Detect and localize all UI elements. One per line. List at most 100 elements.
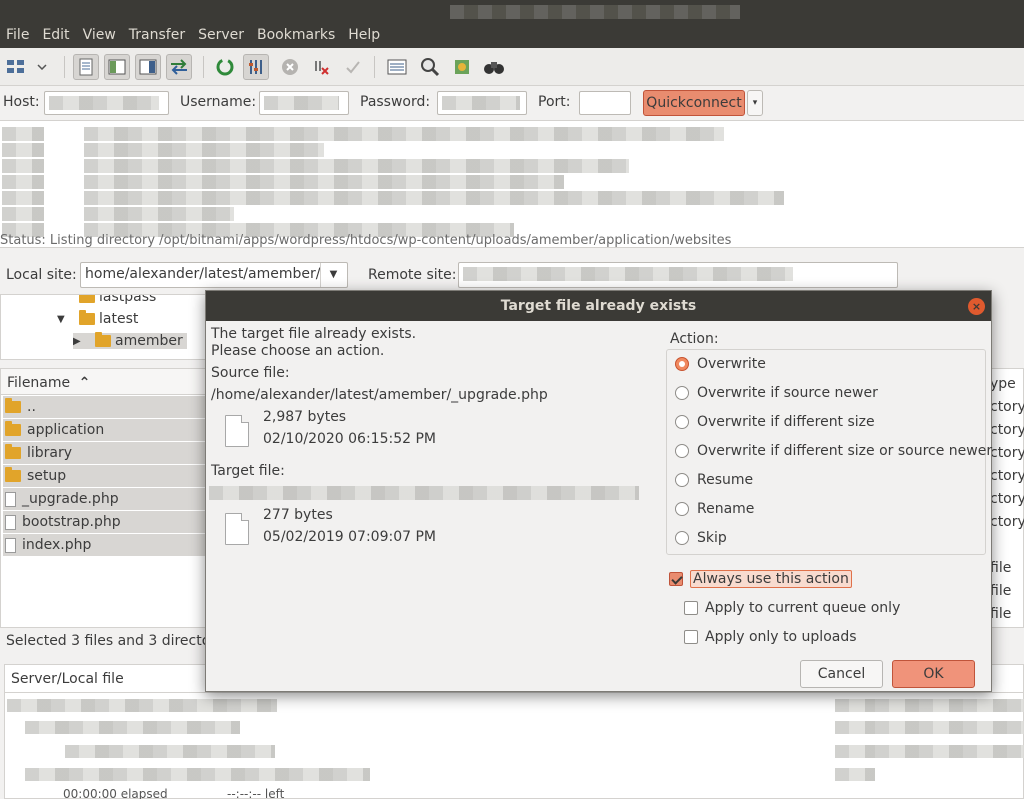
menu-transfer[interactable]: Transfer: [123, 24, 192, 48]
menu-bar: File Edit View Transfer Server Bookmarks…: [0, 24, 1024, 48]
remote-type-cell: ctory: [990, 514, 1024, 530]
tree-item-latest[interactable]: ▼ latest: [57, 310, 139, 327]
menu-edit[interactable]: Edit: [36, 24, 76, 48]
target-file-size: 277 bytes: [263, 507, 333, 523]
remote-type-cell: ctory: [990, 445, 1024, 461]
local-site-bar: Local site: home/alexander/latest/amembe…: [0, 256, 352, 294]
radio-icon: [675, 531, 689, 545]
toolbar-separator: [64, 56, 65, 78]
queue-left: --:--:-- left: [227, 787, 285, 799]
tree-item-label: amember: [115, 333, 183, 349]
compare-directories-icon[interactable]: [417, 54, 443, 80]
radio-icon: [675, 473, 689, 487]
password-input[interactable]: [437, 91, 527, 115]
cancel-operation-icon[interactable]: [277, 54, 303, 80]
dialog-titlebar: Target file already exists ×: [206, 291, 991, 321]
action-skip-radio[interactable]: Skip: [675, 530, 727, 546]
remote-type-cell: file: [990, 583, 1012, 599]
radio-label: Rename: [697, 501, 755, 517]
search-remote-files-icon[interactable]: [481, 54, 507, 80]
synchronized-browsing-icon[interactable]: [449, 54, 475, 80]
apply-queue-checkbox[interactable]: Apply to current queue only: [684, 600, 900, 616]
source-file-icon: [225, 415, 249, 447]
remote-type-cell: ctory: [990, 491, 1024, 507]
site-manager-icon[interactable]: [3, 54, 29, 80]
tree-item-label: lastpass: [99, 294, 157, 305]
always-use-action-checkbox[interactable]: Always use this action: [669, 570, 852, 588]
folder-icon: [5, 421, 21, 436]
toggle-local-tree-icon[interactable]: [104, 54, 130, 80]
remote-site-label: Remote site:: [368, 267, 457, 283]
target-file-path-redacted: [209, 486, 639, 500]
action-overwrite-size-radio[interactable]: Overwrite if different size: [675, 414, 875, 430]
menu-server[interactable]: Server: [192, 24, 251, 48]
remote-type-cell: ctory: [990, 468, 1024, 484]
host-input[interactable]: [44, 91, 169, 115]
process-queue-icon[interactable]: [243, 54, 269, 80]
port-input[interactable]: [579, 91, 631, 115]
local-site-label: Local site:: [6, 267, 77, 283]
close-icon[interactable]: ×: [968, 298, 985, 315]
tree-item-label: latest: [99, 311, 139, 327]
toggle-message-log-icon[interactable]: [73, 54, 99, 80]
source-file-path: /home/alexander/latest/amember/_upgrade.…: [211, 387, 548, 403]
apply-uploads-checkbox[interactable]: Apply only to uploads: [684, 629, 857, 645]
password-label: Password:: [360, 94, 431, 110]
menu-file[interactable]: File: [0, 24, 36, 48]
target-file-exists-dialog: Target file already exists × The target …: [205, 290, 992, 692]
remote-type-cell: ctory: [990, 399, 1024, 415]
ok-button[interactable]: OK: [892, 660, 975, 688]
menu-bookmarks[interactable]: Bookmarks: [251, 24, 342, 48]
refresh-icon[interactable]: [212, 54, 238, 80]
toolbar-separator: [203, 56, 204, 78]
expanded-arrow-icon[interactable]: ▼: [57, 314, 75, 325]
local-site-path-input[interactable]: home/alexander/latest/amember/: [80, 262, 348, 288]
cancel-button[interactable]: Cancel: [800, 660, 883, 688]
action-resume-radio[interactable]: Resume: [675, 472, 753, 488]
reconnect-icon[interactable]: [339, 54, 365, 80]
checkbox-checked-icon: [669, 572, 683, 586]
file-icon: [5, 537, 16, 553]
dialog-title: Target file already exists: [500, 298, 697, 314]
toggle-transfer-queue-icon[interactable]: [166, 54, 192, 80]
remote-type-column-header[interactable]: ype: [990, 376, 1016, 392]
intro-line-1: The target file already exists.: [211, 326, 417, 342]
action-overwrite-size-or-newer-radio[interactable]: Overwrite if different size or source ne…: [675, 443, 992, 459]
action-label: Action:: [670, 331, 719, 347]
remote-type-cell: file: [990, 606, 1012, 622]
disconnect-icon[interactable]: [308, 54, 334, 80]
action-overwrite-radio[interactable]: Overwrite: [675, 356, 766, 372]
file-name: index.php: [22, 537, 92, 553]
file-name: bootstrap.php: [22, 514, 121, 530]
site-manager-dropdown-icon[interactable]: [32, 54, 52, 80]
menu-help[interactable]: Help: [342, 24, 387, 48]
remote-site-path-input[interactable]: [458, 262, 898, 288]
folder-icon: [79, 310, 95, 325]
window-titlebar: [0, 0, 1024, 24]
directory-listing-filters-icon[interactable]: [384, 54, 410, 80]
toolbar-separator: [374, 56, 375, 78]
toggle-remote-tree-icon[interactable]: [135, 54, 161, 80]
username-label: Username:: [180, 94, 257, 110]
radio-label: Overwrite if different size or source ne…: [697, 443, 993, 459]
local-site-dropdown-icon[interactable]: ▼: [320, 263, 346, 287]
radio-icon: [675, 502, 689, 516]
tree-item-amember[interactable]: ▶ amember: [73, 332, 187, 349]
source-file-date: 02/10/2020 06:15:52 PM: [263, 431, 436, 447]
checkbox-icon: [684, 601, 698, 615]
target-file-icon: [225, 513, 249, 545]
action-rename-radio[interactable]: Rename: [675, 501, 754, 517]
username-input[interactable]: [259, 91, 349, 115]
remote-site-bar: Remote site:: [362, 256, 1024, 294]
collapsed-arrow-icon[interactable]: ▶: [73, 336, 91, 347]
tree-item-lastpass[interactable]: lastpass: [79, 294, 157, 305]
file-name: application: [27, 422, 105, 438]
host-label: Host:: [3, 94, 40, 110]
radio-label: Overwrite: [697, 356, 766, 372]
column-label: Filename: [7, 375, 71, 391]
action-overwrite-newer-radio[interactable]: Overwrite if source newer: [675, 385, 878, 401]
quickconnect-dropdown-icon[interactable]: ▾: [747, 90, 763, 116]
quickconnect-button[interactable]: Quickconnect: [643, 90, 745, 116]
menu-view[interactable]: View: [77, 24, 123, 48]
file-icon: [5, 491, 16, 507]
